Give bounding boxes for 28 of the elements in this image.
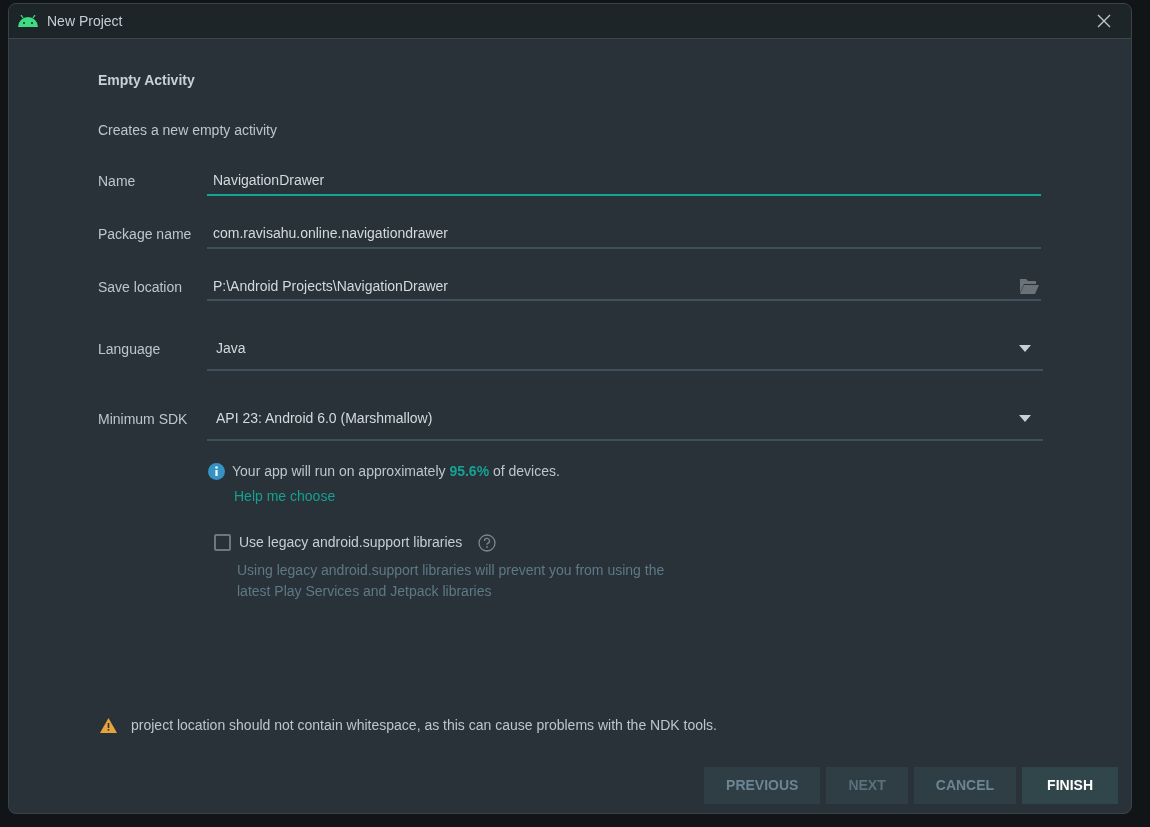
input-field[interactable]: com.ravisahu.online.navigationdrawer [207, 220, 1041, 249]
template-description: Creates a new empty activity [98, 121, 278, 140]
window-title: New Project [47, 11, 123, 31]
folder-icon[interactable] [1020, 278, 1039, 294]
dialog-button[interactable]: FINISH [1022, 767, 1118, 804]
location-field[interactable]: P:\Android Projects\NavigationDrawer [207, 273, 1041, 301]
field-label: Minimum SDK [98, 409, 189, 429]
field-label: Save location [98, 277, 184, 297]
legacy-note: Using legacy android.support libraries will prevent you from using the latest Play Services and Jetpack libraries [237, 561, 666, 601]
caret-icon [1019, 414, 1031, 422]
warning-icon [100, 718, 117, 733]
info-icon [208, 463, 225, 480]
android-icon [18, 15, 38, 27]
field-label: Name [98, 172, 137, 191]
device-coverage-text: Your app will run on approximately 95.6% of devices. [232, 462, 560, 481]
close-icon[interactable] [1097, 14, 1111, 28]
dropdown-field[interactable]: API 23: Android 6.0 (Marshmallow) [207, 397, 1043, 441]
field-label: Language [98, 339, 162, 359]
warning-text: project location should not contain whitespace, as this can cause problems with the NDK tools. [131, 716, 717, 735]
help-icon[interactable] [478, 533, 497, 552]
legacy-checkbox[interactable] [214, 534, 231, 551]
checkbox-label: Use legacy android.support libraries [239, 533, 463, 552]
help-link[interactable]: Help me choose [234, 486, 336, 507]
input-field[interactable]: NavigationDrawer [207, 167, 1041, 196]
template-heading: Empty Activity [98, 71, 196, 90]
field-label: Package name [98, 225, 193, 244]
dropdown-field[interactable]: Java [207, 327, 1043, 371]
caret-icon [1019, 344, 1031, 352]
